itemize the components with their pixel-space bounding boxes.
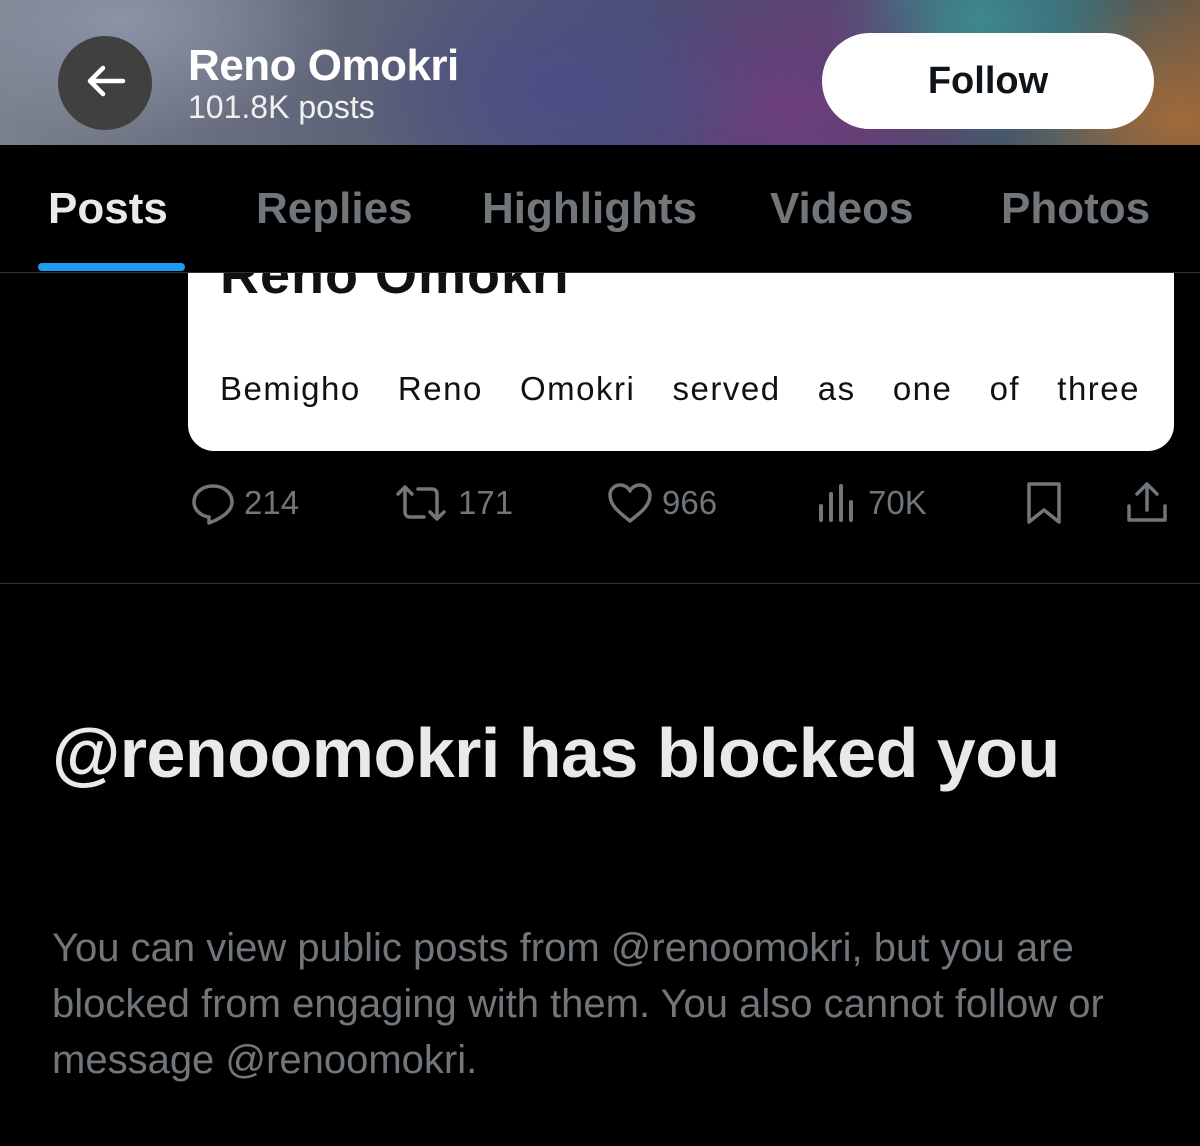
views-count: 70K (868, 484, 927, 521)
repost-count: 171 (458, 484, 514, 521)
section-divider (0, 583, 1200, 584)
blocked-description: You can view public posts from @renoomok… (52, 926, 1104, 1082)
reply-icon (190, 480, 236, 526)
like-count: 966 (662, 484, 718, 521)
tab-photos[interactable]: Photos (1001, 181, 1150, 237)
follow-button[interactable]: Follow (822, 33, 1154, 129)
link-card[interactable]: Reno Omokri Bemigho Reno Omokri served a… (188, 273, 1174, 451)
profile-name: Reno Omokri (188, 41, 459, 90)
blocked-heading: @renoomokri has blocked you (52, 714, 1060, 792)
tab-highlights[interactable]: Highlights (482, 181, 697, 237)
tab-posts[interactable]: Posts (48, 181, 168, 237)
arrow-left-icon (83, 59, 127, 108)
profile-tabs: Posts Replies Highlights Videos Photos (0, 145, 1200, 273)
repost-button[interactable]: 171 (392, 480, 513, 526)
share-icon (1124, 480, 1170, 526)
tab-videos[interactable]: Videos (770, 181, 913, 237)
back-button[interactable] (58, 36, 152, 130)
card-title: Reno Omokri (220, 273, 571, 305)
bookmark-icon (1024, 480, 1064, 526)
heart-icon (606, 480, 654, 526)
bookmark-button[interactable] (1024, 480, 1064, 526)
reply-count: 214 (244, 484, 300, 521)
post-count: 101.8K posts (188, 89, 375, 125)
like-button[interactable]: 966 (606, 480, 717, 526)
card-body: Bemigho Reno Omokri served as one of thr… (220, 370, 1140, 407)
reply-button[interactable]: 214 (190, 480, 299, 526)
post-actions: 214 171 966 70K (0, 470, 1200, 540)
share-button[interactable] (1124, 480, 1170, 526)
tab-replies[interactable]: Replies (256, 181, 413, 237)
profile-header: Reno Omokri 101.8K posts Follow (0, 0, 1200, 145)
views-button[interactable]: 70K (814, 480, 927, 526)
active-tab-indicator (38, 263, 185, 271)
repost-icon (392, 480, 450, 526)
views-chart-icon (814, 480, 860, 526)
